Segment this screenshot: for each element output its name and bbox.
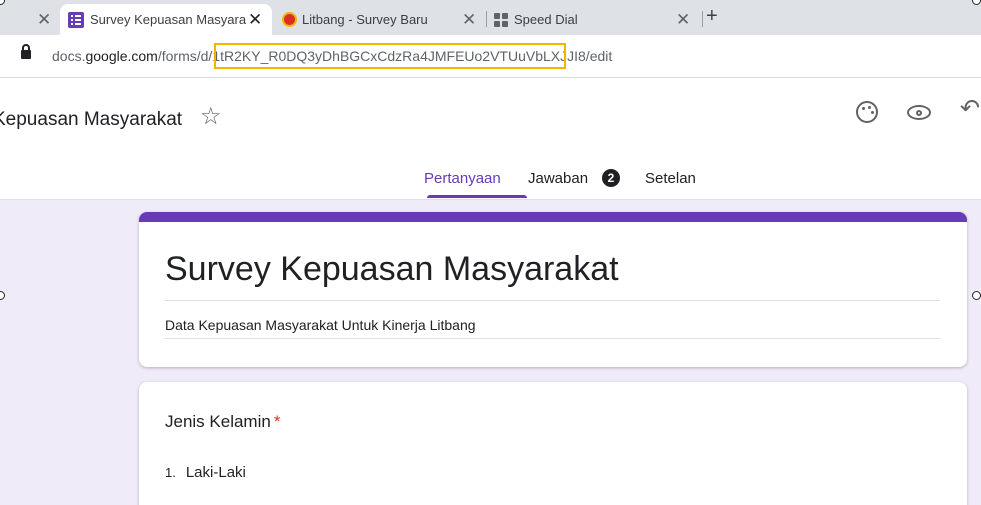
tab-close-icon[interactable]: ✕ (462, 11, 476, 28)
tab-close-icon[interactable]: ✕ (676, 11, 690, 28)
tab-separator (702, 11, 703, 27)
question-title[interactable]: Jenis Kelamin * (165, 412, 280, 432)
question-option[interactable]: 1. Laki-Laki (165, 464, 246, 481)
browser-tab-litbang[interactable]: Litbang - Survey Baru ✕ (278, 4, 484, 35)
resize-handle (972, 291, 981, 300)
tab-separator (486, 11, 487, 27)
browser-tab-speed-dial[interactable]: Speed Dial ✕ (488, 4, 700, 35)
palette-icon[interactable] (856, 101, 878, 123)
tab-close-icon[interactable]: ✕ (37, 11, 51, 28)
star-icon[interactable]: ☆ (200, 105, 222, 129)
tab-title: Litbang - Survey Baru (302, 12, 428, 27)
divider (165, 300, 940, 301)
url-path: /forms/d/ (157, 48, 213, 64)
responses-count-badge: 2 (602, 169, 620, 187)
address-bar[interactable]: docs.google.com/forms/d/1tR2KY_R0DQ3yDhB… (0, 35, 981, 78)
form-canvas: Survey Kepuasan Masyarakat Data Kepuasan… (0, 200, 981, 505)
required-asterisk: * (273, 412, 281, 431)
option-number: 1. (165, 465, 176, 480)
form-title-card[interactable]: Survey Kepuasan Masyarakat Data Kepuasan… (139, 212, 967, 367)
tab-jawaban[interactable]: Jawaban (528, 170, 588, 187)
document-title[interactable]: Kepuasan Masyarakat (0, 109, 182, 131)
form-title[interactable]: Survey Kepuasan Masyarakat (165, 250, 619, 289)
option-label: Laki-Laki (185, 464, 246, 481)
speed-dial-grid-icon (494, 12, 508, 27)
forms-header: Kepuasan Masyarakat ☆ ↶ Pertanyaan Jawab… (0, 79, 981, 200)
browser-tab-previous[interactable]: ✕ (0, 4, 60, 35)
litbang-logo-icon (282, 12, 297, 27)
question-title-text: Jenis Kelamin (165, 412, 271, 431)
google-forms-icon (68, 11, 84, 28)
undo-icon[interactable]: ↶ (960, 97, 980, 121)
tab-title: Survey Kepuasan Masyarak (90, 12, 246, 27)
preview-eye-icon[interactable] (907, 105, 931, 120)
url-path-end: edit (589, 48, 613, 64)
tab-close-icon[interactable]: ✕ (248, 11, 262, 28)
form-description[interactable]: Data Kepuasan Masyarakat Untuk Kinerja L… (165, 317, 476, 333)
url-prefix: docs. (52, 48, 86, 64)
browser-tab-survey[interactable]: Survey Kepuasan Masyarak ✕ (60, 4, 272, 35)
tab-pertanyaan[interactable]: Pertanyaan (424, 170, 501, 187)
tab-title: Speed Dial (514, 12, 578, 27)
active-tab-indicator (427, 195, 527, 198)
forms-tabs: Pertanyaan Jawaban 2 Setelan (0, 169, 981, 200)
new-tab-button[interactable]: + (706, 6, 718, 26)
lock-icon[interactable] (21, 44, 31, 59)
tab-setelan[interactable]: Setelan (645, 170, 696, 187)
question-card[interactable]: Jenis Kelamin * 1. Laki-Laki (139, 382, 967, 505)
url-host: google.com (85, 48, 158, 64)
form-id-highlight-box (214, 43, 566, 69)
divider (165, 338, 940, 339)
browser-tab-strip: ✕ Survey Kepuasan Masyarak ✕ Litbang - S… (0, 0, 981, 35)
